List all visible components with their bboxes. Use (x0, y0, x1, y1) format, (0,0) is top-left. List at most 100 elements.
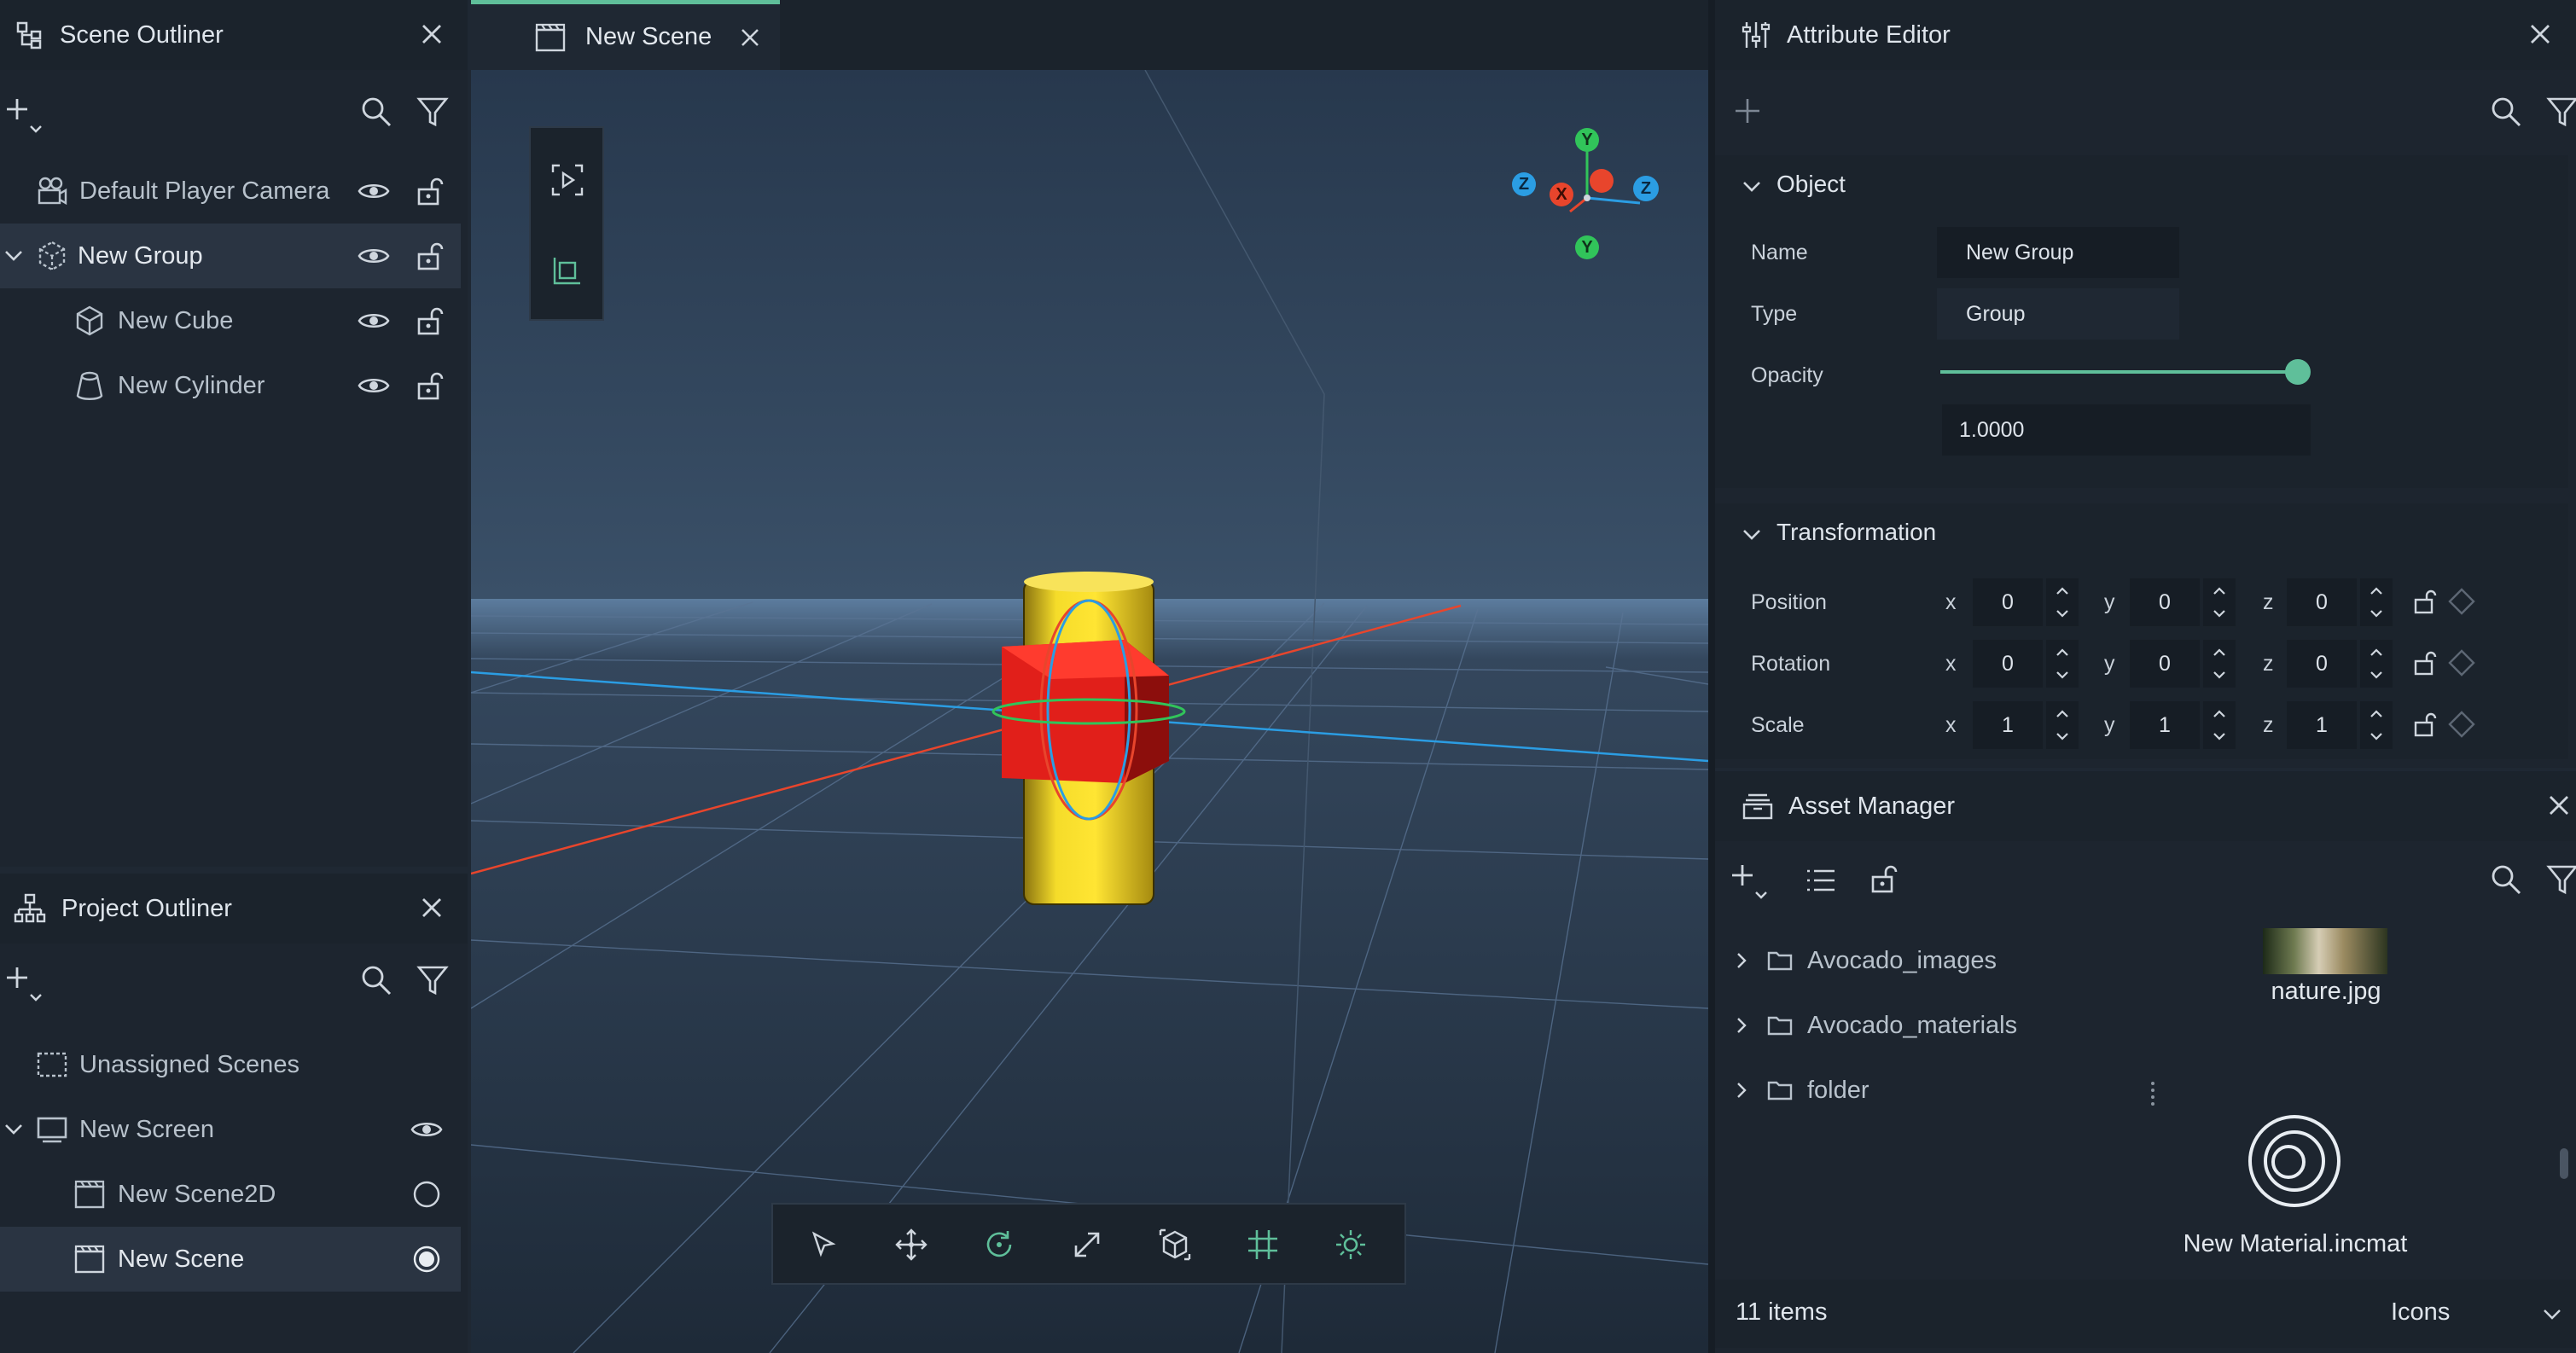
tree-item-default-player-camera[interactable]: Default Player Camera (0, 159, 461, 224)
tree-item-new-group[interactable]: New Group (0, 224, 461, 288)
rotation-z-stepper[interactable] (2360, 640, 2393, 688)
gizmo-neg-y-axis[interactable]: Y (1575, 235, 1599, 259)
play-icon[interactable] (550, 162, 585, 198)
search-icon[interactable] (2488, 94, 2524, 130)
tree-item-new-screen[interactable]: New Screen (0, 1097, 461, 1162)
folder-item-avocado-materials[interactable]: Avocado_materials (1715, 993, 2142, 1058)
eye-icon[interactable] (357, 174, 391, 208)
rotation-y-field[interactable]: 0 (2130, 640, 2200, 688)
chevron-down-icon[interactable] (2541, 1304, 2563, 1326)
tree-item-new-cylinder[interactable]: New Cylinder (0, 353, 461, 418)
viewport-3d[interactable]: Y Z X Z Y (471, 70, 1708, 1353)
scale-y-field[interactable]: 1 (2130, 701, 2200, 749)
folder-item-folder[interactable]: folder (1715, 1058, 2142, 1123)
lock-open-icon[interactable] (411, 239, 445, 273)
select-arrow-icon[interactable] (805, 1227, 841, 1263)
list-view-icon[interactable] (1804, 863, 1838, 897)
eye-icon[interactable] (357, 304, 391, 338)
grid-snap-icon[interactable] (1245, 1227, 1281, 1263)
light-gizmo-icon[interactable] (1333, 1227, 1369, 1263)
tree-item-unassigned-scenes[interactable]: Unassigned Scenes (0, 1032, 461, 1097)
rotate-icon[interactable] (981, 1227, 1017, 1263)
chevron-down-icon[interactable] (2, 244, 26, 268)
lock-open-icon[interactable] (1865, 862, 1899, 896)
lock-open-icon[interactable] (411, 304, 445, 338)
add-icon[interactable] (1730, 862, 1773, 904)
add-icon[interactable] (5, 96, 48, 138)
name-field[interactable]: New Group (1937, 227, 2179, 278)
orientation-gizmo[interactable]: Y Z X Z Y (1512, 113, 1666, 283)
close-icon[interactable] (2523, 17, 2557, 51)
folder-item-avocado-images[interactable]: Avocado_images (1715, 928, 2142, 993)
lock-open-icon[interactable] (411, 369, 445, 403)
search-icon[interactable] (358, 94, 394, 130)
object-section-header[interactable]: Object (1715, 155, 2568, 215)
close-icon[interactable] (2542, 788, 2576, 822)
opacity-slider[interactable] (1940, 355, 2311, 389)
filter-icon[interactable] (415, 94, 451, 130)
transformation-section-header[interactable]: Transformation (1715, 503, 2568, 563)
reset-diamond-icon[interactable] (2447, 710, 2476, 739)
eye-icon[interactable] (357, 369, 391, 403)
gizmo-z-axis[interactable]: Z (1633, 176, 1659, 201)
position-z-stepper[interactable] (2360, 578, 2393, 626)
reset-diamond-icon[interactable] (2447, 648, 2476, 677)
position-z-field[interactable]: 0 (2287, 578, 2357, 626)
panel-divider[interactable] (1708, 0, 1715, 1353)
chevron-right-icon[interactable] (1730, 949, 1753, 972)
opacity-slider-handle[interactable] (2285, 359, 2311, 385)
scale-z-stepper[interactable] (2360, 701, 2393, 749)
eye-icon[interactable] (357, 239, 391, 273)
radio-selected-icon[interactable] (411, 1244, 442, 1275)
tree-item-new-cube[interactable]: New Cube (0, 288, 461, 353)
scale-z-field[interactable]: 1 (2287, 701, 2357, 749)
rotation-y-stepper[interactable] (2203, 640, 2236, 688)
add-icon[interactable] (1730, 94, 1765, 128)
close-icon[interactable] (415, 17, 449, 51)
asset-tile-nature[interactable]: nature.jpg (2218, 928, 2389, 1022)
position-y-field[interactable]: 0 (2130, 578, 2200, 626)
tree-item-new-scene2d[interactable]: New Scene2D (0, 1162, 461, 1227)
move-icon[interactable] (893, 1227, 929, 1263)
scale-icon[interactable] (1069, 1227, 1105, 1263)
close-icon[interactable] (415, 891, 449, 925)
position-x-stepper[interactable] (2046, 578, 2079, 626)
eye-icon[interactable] (410, 1112, 444, 1147)
scale-x-field[interactable]: 1 (1973, 701, 2043, 749)
rotation-z-field[interactable]: 0 (2287, 640, 2357, 688)
chevron-right-icon[interactable] (1730, 1079, 1753, 1101)
rotation-x-stepper[interactable] (2046, 640, 2079, 688)
filter-icon[interactable] (2544, 94, 2576, 130)
close-icon[interactable] (736, 23, 765, 52)
filter-icon[interactable] (2544, 862, 2576, 897)
rotation-x-field[interactable]: 0 (1973, 640, 2043, 688)
chevron-right-icon[interactable] (1730, 1014, 1753, 1037)
tree-item-new-scene[interactable]: New Scene (0, 1227, 461, 1292)
scale-y-stepper[interactable] (2203, 701, 2236, 749)
add-icon[interactable] (5, 964, 48, 1007)
opacity-value-field[interactable]: 1.0000 (1942, 404, 2311, 456)
reset-diamond-icon[interactable] (2447, 587, 2476, 616)
asset-splitter-handle[interactable] (2150, 1078, 2155, 1112)
lock-open-icon[interactable] (411, 174, 445, 208)
position-y-stepper[interactable] (2203, 578, 2236, 626)
search-icon[interactable] (2488, 862, 2524, 897)
lock-open-icon[interactable] (2410, 710, 2439, 739)
lock-open-icon[interactable] (2410, 587, 2439, 616)
gizmo-neg-z-axis[interactable]: Z (1512, 172, 1536, 196)
asset-scrollbar-thumb[interactable] (2560, 1148, 2568, 1179)
search-icon[interactable] (358, 962, 394, 998)
frame-selection-icon[interactable] (550, 253, 585, 288)
asset-tile-new-material[interactable]: New Material.incmat (2159, 1104, 2500, 1266)
radio-unselected-icon[interactable] (411, 1179, 442, 1210)
bounding-box-icon[interactable] (1157, 1227, 1193, 1263)
gizmo-y-axis[interactable]: Y (1575, 128, 1599, 152)
lock-open-icon[interactable] (2410, 648, 2439, 677)
tab-new-scene[interactable]: New Scene (471, 0, 780, 70)
filter-icon[interactable] (415, 962, 451, 998)
view-mode-select[interactable]: Icons (2391, 1298, 2450, 1327)
position-x-field[interactable]: 0 (1973, 578, 2043, 626)
scale-x-stepper[interactable] (2046, 701, 2079, 749)
gizmo-x-axis[interactable]: X (1550, 183, 1573, 206)
chevron-down-icon[interactable] (2, 1118, 26, 1141)
